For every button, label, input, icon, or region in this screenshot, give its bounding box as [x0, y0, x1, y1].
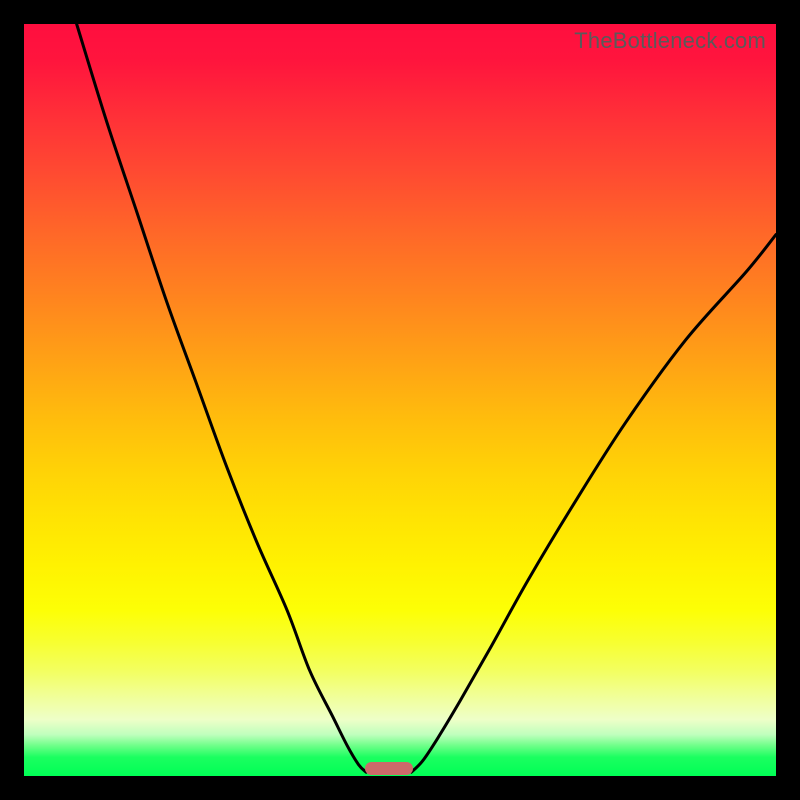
- right-curve: [411, 235, 776, 773]
- chart-frame: TheBottleneck.com: [0, 0, 800, 800]
- curves-svg: [24, 24, 776, 776]
- plot-area: TheBottleneck.com: [24, 24, 776, 776]
- bottleneck-marker: [365, 762, 413, 776]
- left-curve: [77, 24, 367, 772]
